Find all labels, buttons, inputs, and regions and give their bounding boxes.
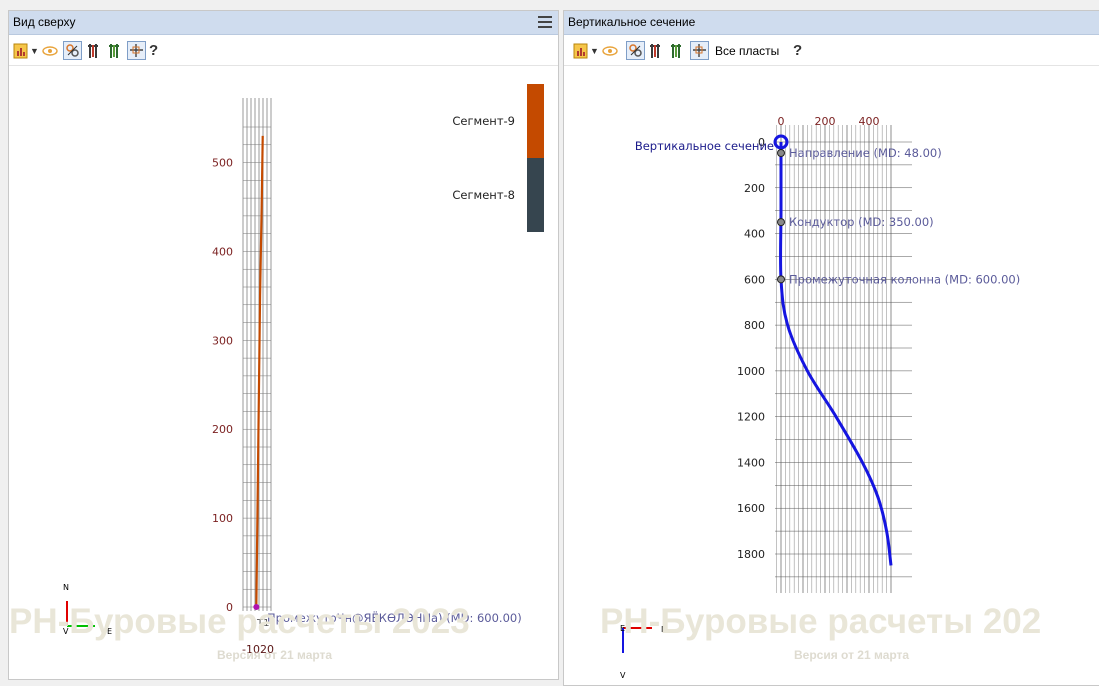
x-tick-label: 200 (815, 115, 836, 128)
legend-label: Сегмент-8 (452, 188, 515, 202)
top-view-titlebar: Вид сверху (9, 11, 558, 35)
vertical-section-panel: Вертикальное сечение ▼ Все пласты ? 0 200… (563, 10, 1099, 686)
formation-icon[interactable] (107, 41, 121, 60)
trajectory-Сегмент-9 (260, 135, 264, 208)
legend-swatch (527, 158, 544, 232)
help-icon[interactable]: ? (793, 41, 802, 60)
segments-toggle-icon[interactable] (626, 41, 645, 60)
y-tick-label: 600 (744, 273, 765, 286)
top-view-plot: 0 100 200 300 400 500 -10 20 T1 ПромежутоЧн@ЯЁКӨЛ… (9, 66, 558, 679)
menu-icon[interactable] (538, 16, 552, 28)
target-icon[interactable] (127, 41, 146, 60)
section-label: Вертикальное сечение (635, 139, 774, 153)
vertical-section-title: Вертикальное сечение (568, 15, 696, 29)
vertical-section-plot: 0 200 400 0 200 400 600 800 1000 1200 1400 1600 1800… (564, 66, 1099, 685)
compass-v-label: V (620, 671, 626, 680)
y-tick-label: 200 (212, 423, 233, 436)
formation-icon[interactable] (669, 41, 683, 60)
watermark: РН-Буровые расчеты 202 (600, 602, 1042, 641)
eye-icon[interactable] (602, 41, 618, 60)
y-tick-label: 200 (744, 182, 765, 195)
vertical-section-titlebar: Вертикальное сечение (564, 11, 1099, 35)
x-tick-label: 0 (778, 115, 785, 128)
y-tick-label: 800 (744, 319, 765, 332)
dropdown-arrow-icon[interactable]: ▼ (30, 41, 39, 60)
casing-marker (777, 148, 785, 157)
dropdown-arrow-icon[interactable]: ▼ (590, 41, 599, 60)
eye-icon[interactable] (42, 41, 58, 60)
casing-icon[interactable] (86, 41, 100, 60)
compass-n-label: N (63, 583, 69, 592)
y-tick-label: 1000 (737, 365, 765, 378)
casing-icon[interactable] (648, 41, 662, 60)
top-view-title: Вид сверху (13, 15, 76, 29)
y-tick-label: 100 (212, 512, 233, 525)
x-tick-label: 400 (859, 115, 880, 128)
target-icon[interactable] (690, 41, 709, 60)
y-tick-label: 400 (212, 245, 233, 258)
casing-marker (777, 275, 785, 284)
y-tick-label: 1800 (737, 548, 765, 561)
section-trajectory (779, 142, 893, 566)
top-view-panel: Вид сверху ▼ ? 0 100 200 300 400 500 -10 20 T1 Пр… (8, 10, 559, 680)
casing-marker-label: Кондуктор (MD: 350.00) (789, 215, 934, 229)
segments-toggle-icon[interactable] (63, 41, 82, 60)
y-tick-label: 300 (212, 334, 233, 347)
y-tick-label: 1600 (737, 502, 765, 515)
casing-marker-label: Промежуточная колонна (MD: 600.00) (789, 272, 1020, 286)
export-chart-icon[interactable] (13, 41, 29, 60)
export-chart-icon[interactable] (573, 41, 589, 60)
help-icon[interactable]: ? (149, 41, 158, 60)
all-layers-button[interactable]: Все пласты (715, 41, 779, 60)
legend-label: Сегмент-9 (452, 114, 515, 128)
y-tick-label: 1400 (737, 456, 765, 469)
legend-swatch (527, 84, 544, 158)
top-view-toolbar: ▼ ? (9, 35, 558, 66)
version-label: Версия от 21 марта (794, 648, 910, 662)
vertical-section-toolbar: ▼ Все пласты ? (564, 35, 1099, 66)
version-label: Версия от 21 марта (217, 648, 333, 662)
casing-marker-label: Направление (MD: 48.00) (789, 146, 942, 160)
y-tick-label: 500 (212, 157, 233, 170)
y-tick-label: 1200 (737, 411, 765, 424)
y-tick-label: 400 (744, 228, 765, 241)
watermark: РН-Буровые расчеты 2023 (9, 602, 470, 641)
casing-marker (777, 218, 785, 227)
